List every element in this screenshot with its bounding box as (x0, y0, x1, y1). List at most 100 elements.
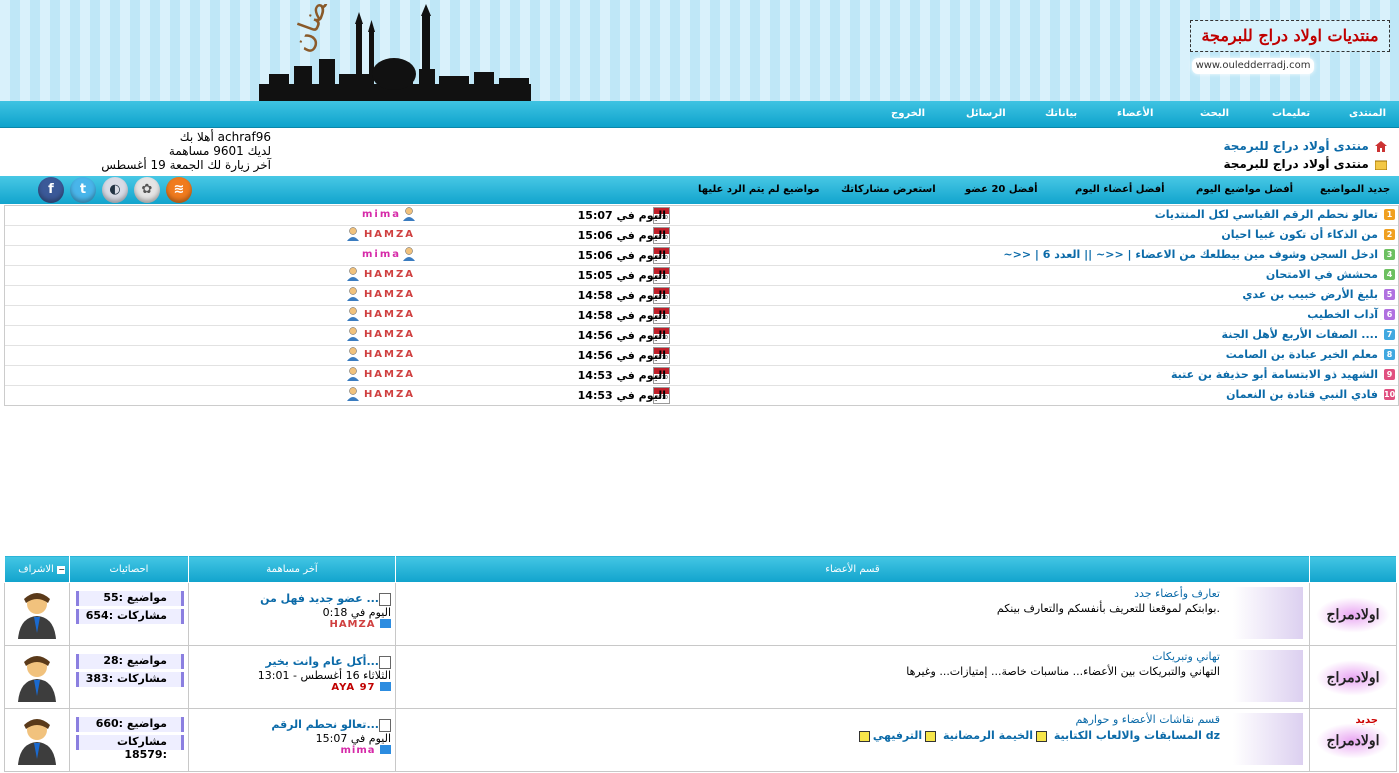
nav-help[interactable]: تعليمات (1272, 108, 1310, 119)
recent-topic-user[interactable]: HAMZA (364, 329, 415, 340)
user-icon (403, 247, 415, 261)
recent-topic-title[interactable]: معلم الخير عبادة بن الصامت (1226, 348, 1378, 361)
recent-topic-user[interactable]: HAMZA (364, 349, 415, 360)
user-icon (347, 227, 359, 241)
recent-topic-title[interactable]: الشهيد ذو الابتسامة أبو حذيفة بن عتبة (1171, 368, 1378, 381)
home-icon (1375, 141, 1387, 152)
recent-topic-title[interactable]: فادي النبي قتادة بن النعمان (1226, 388, 1378, 401)
post-count: مشاركات :654 (76, 609, 184, 624)
view-latest-icon[interactable] (380, 682, 391, 691)
facebook-icon[interactable]: f (38, 177, 64, 203)
user-greeting: أهلا بك achraf96 (179, 130, 271, 144)
nav-messages[interactable]: الرسائل (966, 108, 1006, 119)
last-post-link[interactable]: عضو جديد فهل من ... (189, 592, 391, 606)
forum-logo-cell: جديد اولادمراج (1309, 708, 1397, 772)
view-latest-icon[interactable] (380, 745, 391, 754)
recent-topic-title[interactable]: تعالو نحطم الرقم القياسي لكل المنتديات (1155, 208, 1378, 221)
recent-topic-user[interactable]: HAMZA (364, 389, 415, 400)
recent-topic-title[interactable]: بليغ الأرض خبيب بن عدي (1242, 288, 1378, 301)
recent-topic-time: اليوم في 15:06 (577, 229, 666, 242)
forum-logo: اولادمراج (1316, 723, 1390, 759)
user-post-count: لديك 9601 مساهمة (168, 144, 271, 158)
recent-topic-row: 10 فادي النبي قتادة بن النعمان اليوم في 14… (5, 386, 1398, 405)
moderator-avatar[interactable] (14, 715, 60, 765)
topic-number-icon: 3 (1384, 249, 1395, 260)
forum-title[interactable]: تعارف وأعضاء جدد (1134, 587, 1220, 600)
mosque-banner-image: رمضان (259, 4, 531, 102)
recent-topic-user[interactable]: HAMZA (364, 369, 415, 380)
last-post-cell: تعالو نحطم الرقم... اليوم في 15:07 mima (188, 708, 396, 772)
recent-topic-row: 5 بليغ الأرض خبيب بن عدي اليوم في 14:58 HAM… (5, 286, 1398, 306)
breadcrumb-current: منتدى أولاد دراج للبرمجة (1223, 157, 1369, 171)
recent-topic-row: 1 تعالو نحطم الرقم القياسي لكل المنتديات ا… (5, 206, 1398, 226)
view-latest-icon[interactable] (380, 619, 391, 628)
nav-search[interactable]: البحث (1200, 108, 1229, 119)
site-logo[interactable]: منتديات اولاد دراج للبرمجة (1190, 20, 1390, 52)
last-post-link[interactable]: أكل عام وانت بخير... (189, 655, 391, 669)
toolbar-best-members-today[interactable]: أفضل أعضاء اليوم (1075, 184, 1165, 195)
post-icon (379, 655, 391, 669)
forum-logo-cell: اولادمراج (1309, 645, 1397, 709)
topic-number-icon: 5 (1384, 289, 1395, 300)
header-section: قسم الأعضاء (395, 555, 1310, 583)
toolbar-top-20-members[interactable]: أفضل 20 عضو (965, 184, 1038, 195)
toolbar-best-topics-today[interactable]: أفضل مواضيع اليوم (1196, 184, 1293, 195)
topic-number-icon: 8 (1384, 349, 1395, 360)
forum-info-cell: تعارف وأعضاء جدد بوابتكم لموقعنا للتعريف … (395, 582, 1310, 646)
recent-topic-row: 6 آداب الخطيب اليوم في 14:58 HAMZA (5, 306, 1398, 326)
toolbar-my-posts[interactable]: استعرض مشاركاتك (841, 184, 936, 195)
last-post-link[interactable]: تعالو نحطم الرقم... (189, 718, 391, 732)
moderator-avatar[interactable] (14, 589, 60, 639)
user-icon (347, 267, 359, 281)
toolbar-unanswered[interactable]: مواضيع لم يتم الرد عليها (698, 184, 820, 195)
last-post-user[interactable]: mima (189, 745, 391, 756)
recent-topic-title[interactable]: آداب الخطيب (1307, 308, 1378, 321)
forum-section-table: الاشراف − احصائيات آخر مساهمة قسم الأعضا… (4, 555, 1397, 772)
collapse-icon[interactable]: − (57, 565, 65, 574)
recent-topic-user[interactable]: HAMZA (364, 309, 415, 320)
twitter-icon[interactable]: t (70, 177, 96, 203)
topics-toolbar: جديد المواضيع أفضل مواضيع اليوم أفضل أعض… (0, 176, 1399, 204)
last-post-cell: أكل عام وانت بخير... الثلاثاء 16 أغسطس - … (188, 645, 396, 709)
subforum-links: المسابقات والالعاب الكتابية الخيمة الرمض… (856, 729, 1220, 742)
breadcrumb-home-link[interactable]: منتدى أولاد دراج للبرمجة (1224, 139, 1369, 153)
nav-profile[interactable]: بياناتك (1045, 108, 1077, 119)
breadcrumb: منتدى أولاد دراج للبرمجة منتدى أولاد درا… (1223, 139, 1387, 175)
social-icon-digg[interactable]: ◐ (102, 177, 128, 203)
recent-topic-user[interactable]: HAMZA (364, 289, 415, 300)
moderator-avatar[interactable] (14, 652, 60, 702)
rss-icon[interactable]: ≋ (166, 177, 192, 203)
new-badge: جديد (1355, 715, 1378, 726)
recent-topic-title[interactable]: من الذكاء أن تكون غبيا احيان (1221, 228, 1378, 241)
recent-topic-user[interactable]: HAMZA (364, 269, 415, 280)
subforum-icon (925, 730, 937, 742)
nav-forum[interactable]: المنتدى (1349, 108, 1386, 119)
nav-members[interactable]: الأعضاء (1117, 108, 1153, 119)
nav-logout[interactable]: الخروج (891, 108, 925, 119)
topic-number-icon: 10 (1384, 389, 1396, 400)
svg-text:رمضان: رمضان (285, 4, 344, 56)
recent-topic-user[interactable]: mima (362, 209, 401, 220)
subforum-link[interactable]: المسابقات والالعاب الكتابية (1054, 729, 1202, 742)
last-post-user[interactable]: HAMZA (189, 619, 391, 630)
social-icon-delicious[interactable]: ✿ (134, 177, 160, 203)
last-post-user[interactable]: AYA 97 (189, 682, 391, 693)
forum-title[interactable]: قسم نقاشات الأعضاء و حوارهم (1075, 713, 1220, 726)
user-info: أهلا بك achraf96 لديك 9601 مساهمة آخر زي… (100, 130, 271, 172)
recent-topic-title[interactable]: الصفات الأربع لأهل الجنة .... (1222, 328, 1378, 341)
forum-title[interactable]: تهاني وتبريكات (1152, 650, 1220, 663)
recent-topic-title[interactable]: محشش في الامتحان (1266, 268, 1378, 281)
site-header: رمضان منتديات اولاد دراج للبرمجة www.oul… (0, 0, 1399, 102)
toolbar-new-topics[interactable]: جديد المواضيع (1320, 184, 1390, 195)
forum-row: مواضيع :55 مشاركات :654 عضو جديد فهل من ..… (4, 582, 1397, 646)
recent-topic-user[interactable]: HAMZA (364, 229, 415, 240)
recent-topic-user[interactable]: mima (362, 249, 401, 260)
subforum-icon (858, 730, 870, 742)
recent-topic-time: اليوم في 14:58 (577, 289, 666, 302)
topic-number-icon: 2 (1384, 229, 1395, 240)
recent-topic-title[interactable]: ~>> | ادخل السجن وشوف مين بيطلعك من الاع… (1003, 248, 1378, 261)
moderator-cell (4, 645, 70, 709)
stats-cell: مواضيع :55 مشاركات :654 (69, 582, 189, 646)
recent-topic-time: اليوم في 14:53 (577, 369, 666, 382)
subforum-link[interactable]: الخيمة الرمضانية (943, 729, 1033, 742)
